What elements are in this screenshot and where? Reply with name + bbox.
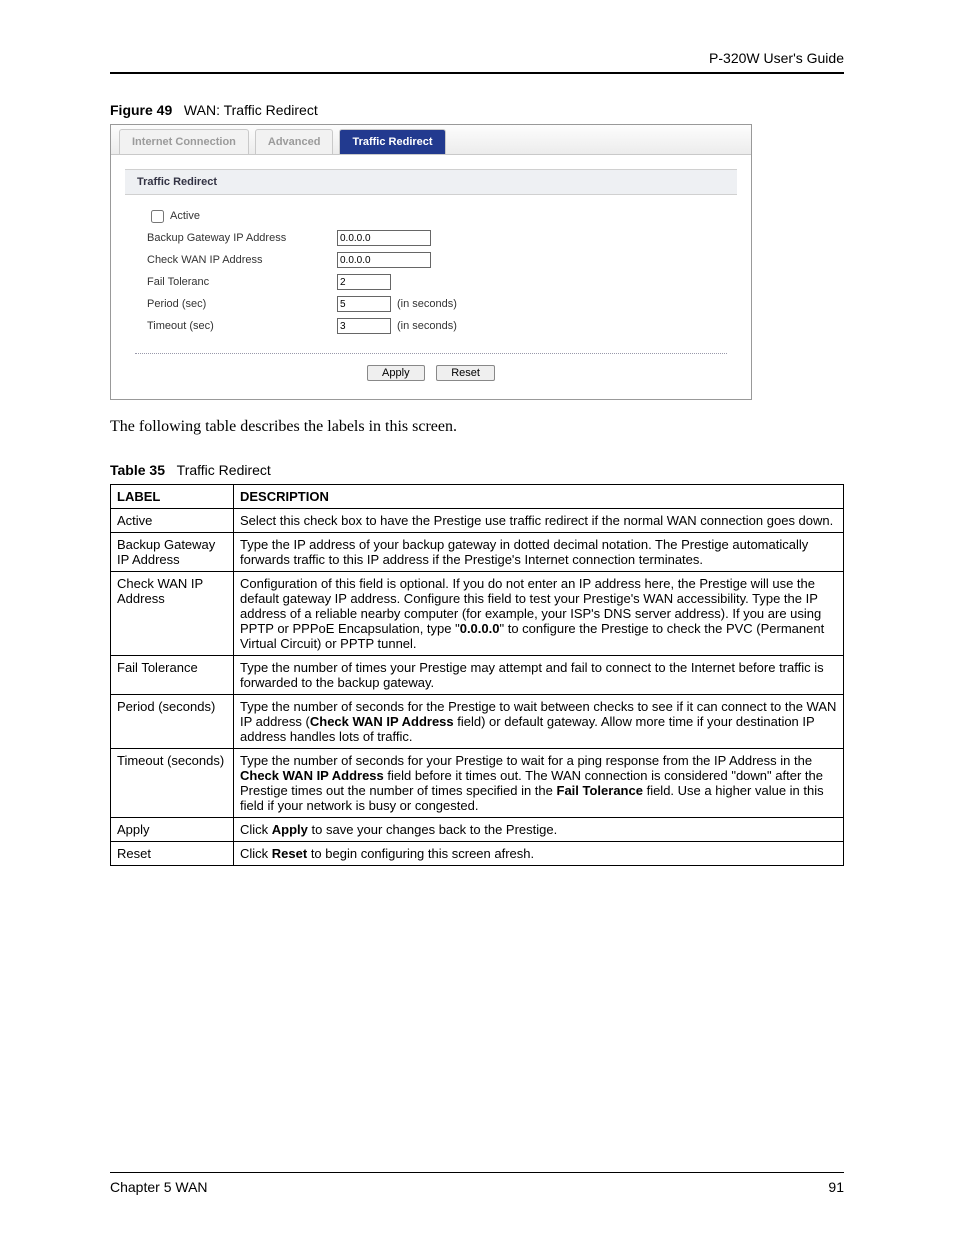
active-label: Active [170,210,200,222]
row-label: Period (seconds) [111,695,234,749]
timeout-suffix: (in seconds) [397,320,457,332]
reset-button[interactable]: Reset [436,365,495,381]
row-label: Reset [111,842,234,866]
timeout-label: Timeout (sec) [147,320,337,332]
table-row: Check WAN IP Address Configuration of th… [111,572,844,656]
apply-button[interactable]: Apply [367,365,425,381]
tab-bar: Internet Connection Advanced Traffic Red… [111,125,751,155]
row-desc: Type the number of seconds for the Prest… [234,695,844,749]
tab-advanced[interactable]: Advanced [255,129,334,154]
figure-caption: Figure 49 WAN: Traffic Redirect [110,102,844,118]
header-rule [110,72,844,74]
row-label: Check WAN IP Address [111,572,234,656]
tab-internet-connection[interactable]: Internet Connection [119,129,249,154]
period-label: Period (sec) [147,298,337,310]
form-area: Active Backup Gateway IP Address Check W… [125,195,737,345]
row-desc: Click Apply to save your changes back to… [234,818,844,842]
row-label: Timeout (seconds) [111,749,234,818]
row-desc: Select this check box to have the Presti… [234,509,844,533]
table-row: Timeout (seconds) Type the number of sec… [111,749,844,818]
tab-traffic-redirect[interactable]: Traffic Redirect [339,129,445,154]
checkwan-input[interactable] [337,252,431,268]
footer-page-number: 91 [828,1179,844,1195]
th-description: DESCRIPTION [234,485,844,509]
row-label: Apply [111,818,234,842]
table-title: Traffic Redirect [177,462,271,478]
failtol-label: Fail Toleranc [147,276,337,288]
screenshot-panel: Internet Connection Advanced Traffic Red… [110,124,752,400]
table-row: Reset Click Reset to begin configuring t… [111,842,844,866]
table-number: Table 35 [110,462,165,478]
footer-chapter: Chapter 5 WAN [110,1179,208,1195]
backup-label: Backup Gateway IP Address [147,232,337,244]
row-desc: Type the number of seconds for your Pres… [234,749,844,818]
row-label: Fail Tolerance [111,656,234,695]
row-label: Backup Gateway IP Address [111,533,234,572]
figure-number: Figure 49 [110,102,172,118]
table-row: Active Select this check box to have the… [111,509,844,533]
panel-title: Traffic Redirect [125,169,737,195]
row-label: Active [111,509,234,533]
period-suffix: (in seconds) [397,298,457,310]
table-caption: Table 35 Traffic Redirect [110,462,844,478]
button-row: Apply Reset [135,353,727,381]
row-desc: Configuration of this field is optional.… [234,572,844,656]
active-checkbox[interactable] [151,210,164,223]
page-footer: Chapter 5 WAN 91 [110,1172,844,1195]
row-desc: Type the number of times your Prestige m… [234,656,844,695]
table-row: Backup Gateway IP Address Type the IP ad… [111,533,844,572]
intro-text: The following table describes the labels… [110,418,844,436]
table-row: Fail Tolerance Type the number of times … [111,656,844,695]
backup-input[interactable] [337,230,431,246]
checkwan-label: Check WAN IP Address [147,254,337,266]
period-input[interactable] [337,296,391,312]
row-desc: Type the IP address of your backup gatew… [234,533,844,572]
timeout-input[interactable] [337,318,391,334]
table-row: Apply Click Apply to save your changes b… [111,818,844,842]
th-label: LABEL [111,485,234,509]
table-row: Period (seconds) Type the number of seco… [111,695,844,749]
row-desc: Click Reset to begin configuring this sc… [234,842,844,866]
failtol-input[interactable] [337,274,391,290]
description-table: LABEL DESCRIPTION Active Select this che… [110,484,844,866]
doc-title: P-320W User's Guide [110,50,844,72]
figure-title: WAN: Traffic Redirect [184,102,318,118]
table-header-row: LABEL DESCRIPTION [111,485,844,509]
